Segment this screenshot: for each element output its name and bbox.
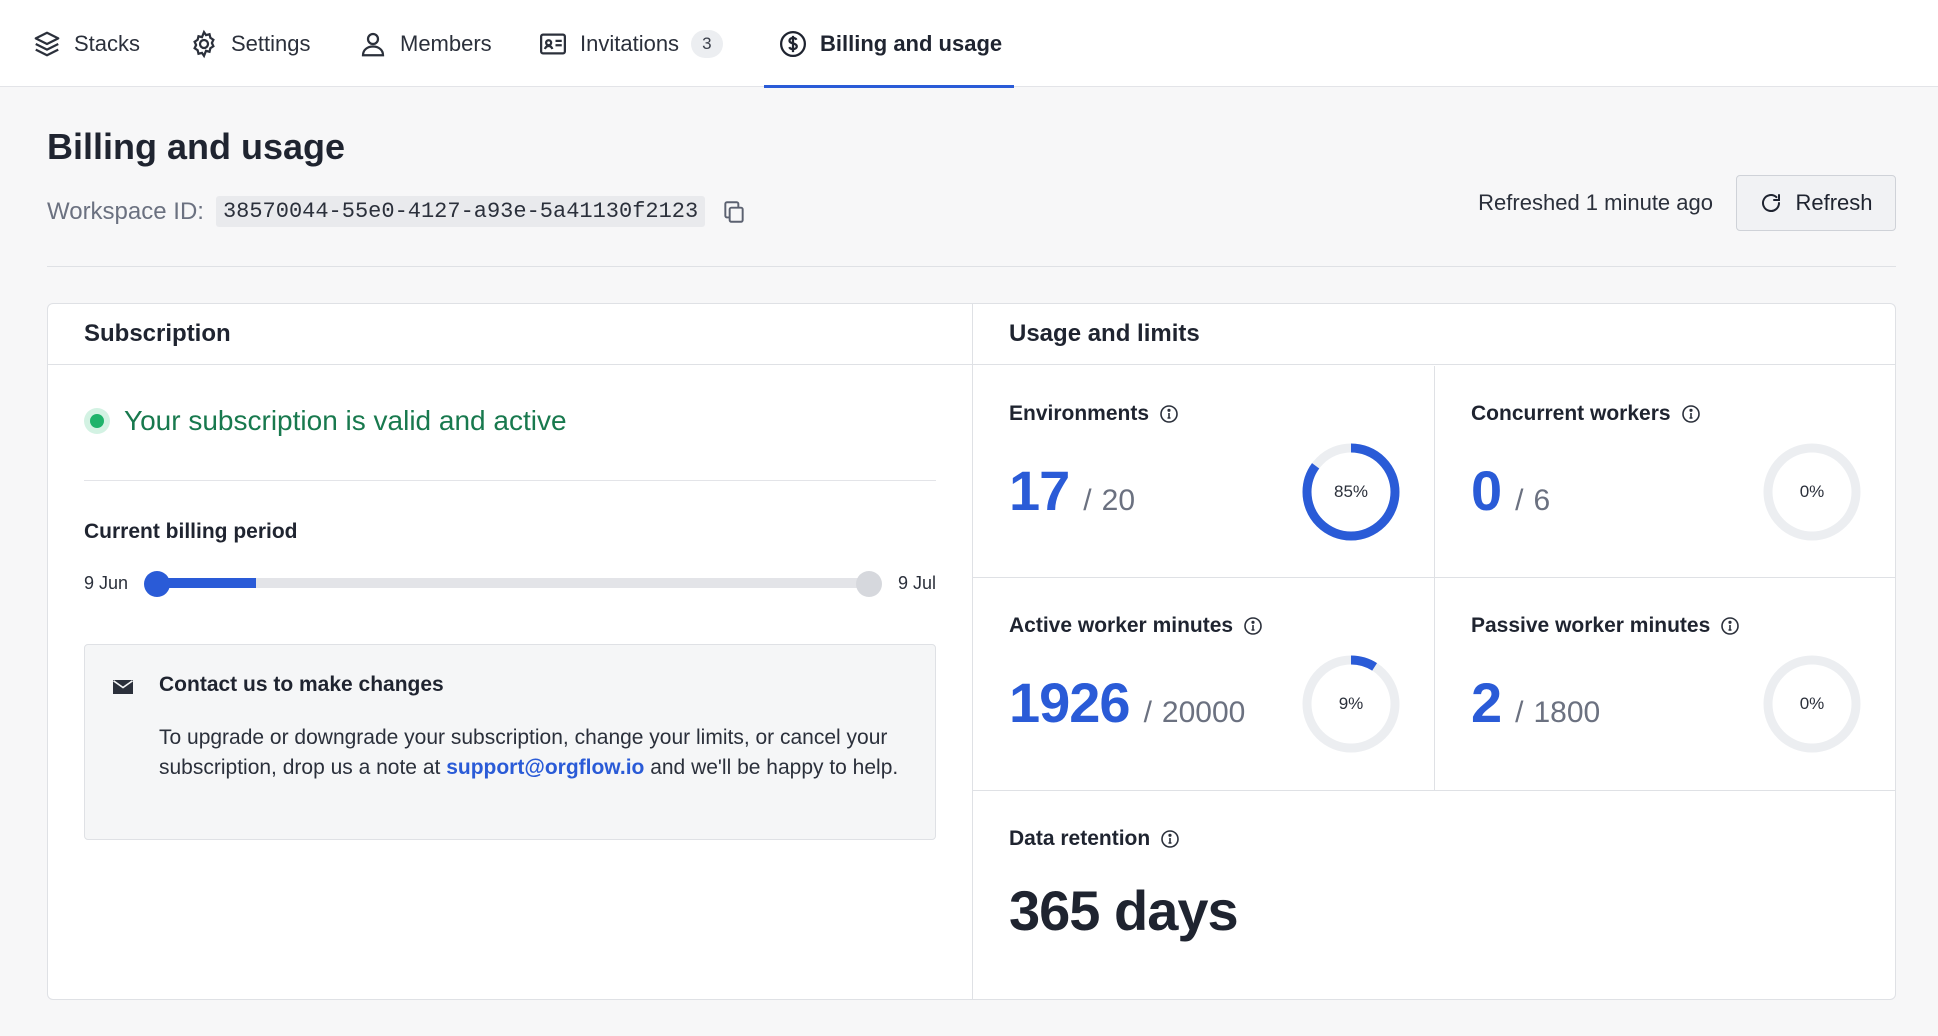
tab-invitations[interactable]: Invitations 3 (538, 0, 723, 87)
tab-billing-and-usage[interactable]: Billing and usage (763, 0, 1015, 88)
info-icon[interactable] (1243, 616, 1263, 636)
passive-minutes-percent: 0% (1799, 694, 1825, 713)
data-retention-value: 365 days (1009, 879, 1239, 942)
passive-minutes-title: Passive worker minutes (1471, 614, 1740, 638)
concurrent-workers-limit: 6 (1533, 484, 1551, 517)
environments-title-text: Environments (1009, 402, 1150, 425)
environments-metric: 17 / 20 (1009, 458, 1135, 523)
contact-title: Contact us to make changes (159, 673, 444, 696)
billing-period-progress (156, 578, 868, 588)
environments-cell: Environments 17 / 20 85% (973, 366, 1434, 577)
environments-percent: 85% (1333, 482, 1369, 501)
contact-text: To upgrade or downgrade your subscriptio… (159, 723, 899, 783)
refresh-button[interactable]: Refresh (1736, 175, 1896, 231)
layers-icon (32, 29, 62, 59)
active-minutes-title: Active worker minutes (1009, 614, 1263, 638)
refreshed-status: Refreshed 1 minute ago (1478, 190, 1713, 215)
environments-title: Environments (1009, 402, 1179, 426)
environments-donut: 85% (1302, 443, 1400, 541)
usage-heading: Usage and limits (973, 304, 1895, 365)
support-email-link[interactable]: support@orgflow.io (446, 756, 644, 779)
subscription-status-text: Your subscription is valid and active (124, 405, 567, 436)
workspace-id-label: Workspace ID: (47, 197, 204, 225)
concurrent-workers-metric: 0 / 6 (1471, 458, 1550, 523)
tab-label: Members (400, 30, 492, 56)
period-start-date: 9 Jun (84, 573, 129, 593)
concurrent-workers-cell: Concurrent workers 0 / 6 0% (1435, 366, 1895, 577)
subscription-heading: Subscription (48, 304, 972, 365)
billing-period-label: Current billing period (84, 520, 298, 543)
active-minutes-donut: 9% (1302, 655, 1400, 753)
copy-icon[interactable] (721, 199, 747, 225)
billing-period-progress-fill (156, 578, 256, 588)
separator: / (1515, 696, 1524, 729)
info-icon[interactable] (1720, 616, 1740, 636)
passive-minutes-title-text: Passive worker minutes (1471, 614, 1711, 637)
concurrent-workers-value: 0 (1471, 459, 1502, 522)
environments-limit: 20 (1101, 484, 1136, 517)
passive-minutes-donut: 0% (1763, 655, 1861, 753)
separator: / (1515, 484, 1524, 517)
dollar-circle-icon (778, 29, 808, 59)
tab-label: Stacks (74, 30, 141, 56)
active-minutes-metric: 1926 / 20000 (1009, 670, 1245, 735)
info-icon[interactable] (1681, 404, 1701, 424)
info-icon[interactable] (1160, 829, 1180, 849)
tab-settings[interactable]: Settings (189, 0, 311, 87)
gear-icon (189, 29, 219, 59)
active-minutes-cell: Active worker minutes 1926 / 20000 9% (973, 578, 1434, 790)
passive-minutes-limit: 1800 (1533, 696, 1601, 729)
tab-members[interactable]: Members (358, 0, 492, 87)
contact-text-after: and we'll be happy to help. (650, 756, 899, 779)
separator: / (1143, 696, 1152, 729)
active-minutes-percent: 9% (1338, 694, 1364, 713)
status-indicator-icon (84, 408, 110, 434)
tab-label: Invitations (580, 30, 680, 56)
concurrent-workers-title: Concurrent workers (1471, 402, 1701, 426)
top-nav: Stacks Settings Members Invitations 3 Bi… (0, 0, 1938, 88)
passive-minutes-cell: Passive worker minutes 2 / 1800 0% (1435, 578, 1895, 790)
invitations-count-badge: 3 (691, 29, 723, 58)
concurrent-workers-title-text: Concurrent workers (1471, 402, 1671, 425)
contact-callout: Contact us to make changes To upgrade or… (84, 644, 936, 840)
data-retention-title-text: Data retention (1009, 827, 1151, 850)
workspace-id-value: 38570044-55e0-4127-a93e-5a41130f2123 (215, 196, 706, 227)
period-end-marker (856, 571, 882, 597)
period-start-marker (144, 571, 170, 597)
active-minutes-title-text: Active worker minutes (1009, 614, 1234, 637)
active-minutes-value: 1926 (1009, 671, 1131, 734)
environments-value: 17 (1009, 459, 1070, 522)
refresh-button-label: Refresh (1795, 190, 1873, 215)
passive-minutes-metric: 2 / 1800 (1471, 670, 1600, 735)
tab-label: Settings (231, 30, 311, 56)
period-end-date: 9 Jul (897, 573, 936, 593)
tab-stacks[interactable]: Stacks (32, 0, 140, 87)
concurrent-workers-percent: 0% (1799, 482, 1825, 501)
id-card-icon (538, 29, 568, 59)
active-minutes-limit: 20000 (1161, 696, 1246, 729)
workspace-id-row: Workspace ID: 38570044-55e0-4127-a93e-5a… (47, 196, 747, 227)
separator: / (1083, 484, 1092, 517)
data-retention-title: Data retention (1009, 827, 1180, 851)
refresh-icon (1762, 194, 1781, 212)
subscription-panel: Subscription Your subscription is valid … (47, 303, 973, 1000)
divider (84, 480, 936, 481)
user-icon (358, 29, 388, 59)
concurrent-workers-donut: 0% (1763, 443, 1861, 541)
page-title: Billing and usage (47, 126, 346, 167)
tab-label: Billing and usage (820, 30, 1003, 56)
passive-minutes-value: 2 (1471, 671, 1502, 734)
header-divider (47, 266, 1896, 267)
info-icon[interactable] (1159, 404, 1179, 424)
usage-panel: Usage and limits Environments 17 / 20 85… (972, 303, 1896, 1000)
envelope-icon (111, 675, 135, 699)
subscription-status: Your subscription is valid and active (84, 405, 567, 437)
